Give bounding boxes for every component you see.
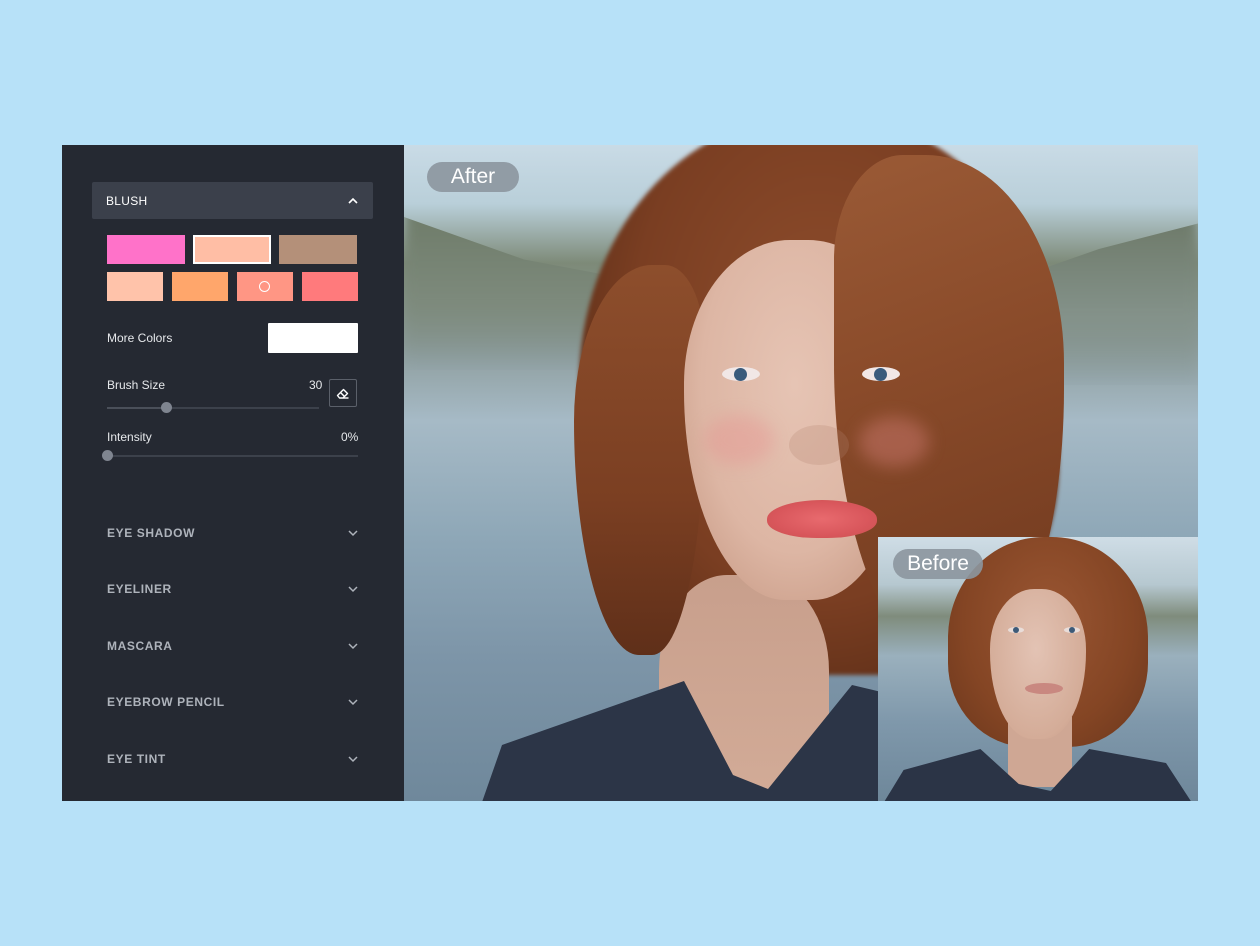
color-swatch[interactable] — [172, 272, 228, 301]
swatch-row-secondary — [107, 272, 367, 301]
brush-size-thumb[interactable] — [161, 402, 173, 413]
accordion-label: EYE TINT — [107, 752, 166, 766]
blush-section-title: BLUSH — [106, 193, 148, 208]
portrait-lips — [767, 500, 877, 538]
selected-marker-icon — [259, 280, 270, 292]
accordion-eye-tint[interactable]: EYE TINT — [107, 749, 359, 769]
swatch-row-primary — [107, 235, 365, 264]
chevron-down-icon — [347, 583, 359, 595]
after-photo: After Before — [404, 145, 1198, 801]
brush-size-slider[interactable] — [107, 402, 319, 413]
blush-section-header[interactable]: BLUSH — [92, 182, 373, 219]
chevron-up-icon[interactable] — [347, 195, 359, 207]
more-colors-label: More Colors — [107, 331, 173, 345]
before-photo-inset[interactable]: Before — [878, 537, 1198, 801]
accordion-label: EYE SHADOW — [107, 526, 196, 540]
intensity-thumb[interactable] — [102, 450, 113, 461]
intensity-value: 0% — [341, 430, 359, 444]
more-colors-picker[interactable] — [268, 323, 358, 353]
eraser-icon — [336, 388, 349, 399]
portrait-eye — [1064, 627, 1080, 633]
color-swatch[interactable] — [279, 235, 357, 264]
portrait-face — [990, 589, 1086, 739]
intensity-label: Intensity — [107, 430, 152, 444]
blush-cheek — [704, 415, 774, 465]
color-swatch[interactable] — [237, 272, 293, 301]
chevron-down-icon — [347, 527, 359, 539]
accordion-eyeliner[interactable]: EYELINER — [107, 579, 359, 599]
chevron-down-icon — [347, 753, 359, 765]
color-swatch[interactable] — [107, 235, 185, 264]
accordion-label: EYELINER — [107, 582, 172, 596]
portrait-eye — [722, 367, 760, 381]
blush-cheek — [859, 417, 929, 467]
portrait-nose — [789, 425, 849, 465]
portrait-hair — [574, 265, 704, 655]
brush-size-label: Brush Size — [107, 378, 166, 392]
portrait-eye — [862, 367, 900, 381]
eraser-button[interactable] — [329, 379, 357, 407]
accordion-mascara[interactable]: MASCARA — [107, 636, 359, 656]
makeup-editor: BLUSH More Colors Brush Size 30 Intensit… — [62, 145, 1198, 801]
after-label: After — [427, 162, 519, 192]
color-swatch[interactable] — [193, 235, 271, 264]
accordion-label: EYEBROW PENCIL — [107, 695, 225, 709]
accordion-eyebrow-pencil[interactable]: EYEBROW PENCIL — [107, 692, 359, 712]
accordion-label: MASCARA — [107, 639, 173, 653]
brush-size-fill — [107, 407, 167, 409]
portrait-lips — [1025, 683, 1063, 694]
chevron-down-icon — [347, 696, 359, 708]
accordion-eye-shadow[interactable]: EYE SHADOW — [107, 523, 359, 543]
intensity-slider[interactable] — [102, 450, 358, 461]
sidebar-panel: BLUSH More Colors Brush Size 30 Intensit… — [62, 145, 404, 801]
color-swatch[interactable] — [302, 272, 358, 301]
chevron-down-icon — [347, 640, 359, 652]
color-swatch[interactable] — [107, 272, 163, 301]
before-label: Before — [893, 549, 983, 579]
portrait-eye — [1008, 627, 1024, 633]
brush-size-value: 30 — [309, 378, 323, 392]
